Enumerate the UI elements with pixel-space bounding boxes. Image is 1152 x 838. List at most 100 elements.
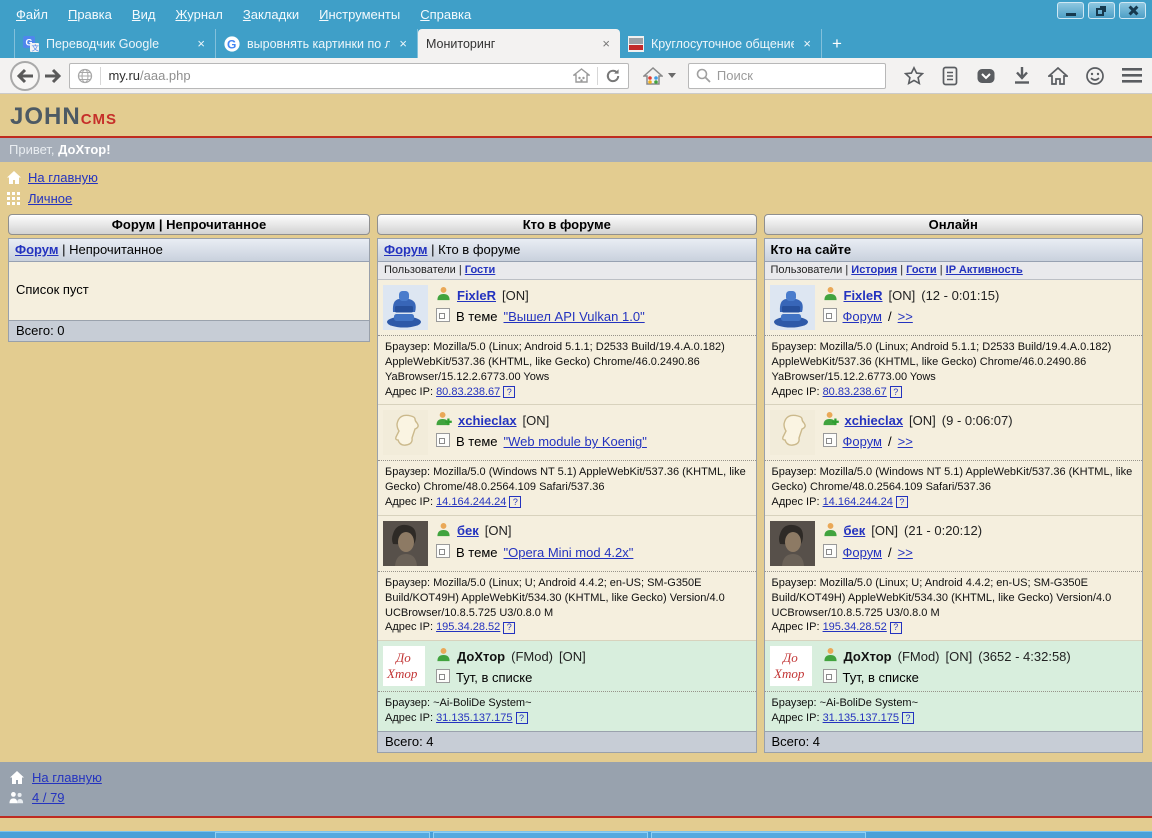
- minimize-button[interactable]: [1057, 2, 1084, 19]
- menu-journal[interactable]: Журнал: [165, 7, 232, 22]
- filter-link[interactable]: Гости: [465, 264, 496, 276]
- ip-link[interactable]: 195.34.28.52: [436, 621, 500, 633]
- menu-bookmarks[interactable]: Закладки: [233, 7, 309, 22]
- download-icon[interactable]: [1013, 66, 1031, 85]
- browser-tab[interactable]: Gвыровнять картинки по ле...×: [216, 29, 418, 58]
- ip-info-link[interactable]: ?: [902, 712, 914, 724]
- forum-link[interactable]: Форум: [384, 242, 427, 257]
- menu-tools[interactable]: Инструменты: [309, 7, 410, 22]
- menu-view[interactable]: Вид: [122, 7, 166, 22]
- tab-close-icon[interactable]: ×: [801, 36, 813, 51]
- ip-row: Адрес IP: 80.83.238.67?: [772, 385, 1136, 400]
- windows-taskbar[interactable]: [0, 831, 1152, 838]
- nav-personal-link[interactable]: Личное: [28, 191, 72, 206]
- filter-label: Пользователи: [771, 264, 843, 276]
- user-more-link[interactable]: >>: [898, 434, 913, 449]
- search-bar[interactable]: Поиск: [688, 63, 886, 89]
- taskbar-window-button[interactable]: [215, 832, 430, 838]
- stamp-avatar[interactable]: [770, 285, 815, 330]
- browser-tab[interactable]: Мониторинг×: [418, 29, 620, 58]
- hamburger-menu-icon[interactable]: [1122, 67, 1142, 84]
- frame-icon: [436, 308, 450, 325]
- tab-close-icon[interactable]: ×: [397, 36, 409, 51]
- user-forum-link[interactable]: Форум: [843, 434, 883, 449]
- user-forum-link[interactable]: Форум: [843, 545, 883, 560]
- taskbar-window-button[interactable]: [433, 832, 648, 838]
- ip-info-link[interactable]: ?: [890, 386, 902, 398]
- close-button[interactable]: [1119, 2, 1146, 19]
- ip-info-link[interactable]: ?: [509, 496, 521, 508]
- nav-home-link[interactable]: На главную: [28, 170, 98, 185]
- menu-edit[interactable]: Правка: [58, 7, 122, 22]
- ip-info-link[interactable]: ?: [503, 622, 515, 634]
- home-button-icon[interactable]: [1048, 67, 1068, 85]
- chat-smiley-icon[interactable]: [1085, 66, 1105, 86]
- silhouette-avatar[interactable]: [383, 410, 428, 455]
- new-tab-button[interactable]: +: [822, 32, 852, 56]
- browser-tab[interactable]: G文Переводчик Google×: [14, 29, 216, 58]
- tab-close-icon[interactable]: ×: [600, 36, 612, 51]
- user-entry-main: FixleR[ON]В теме "Вышел API Vulkan 1.0": [378, 280, 756, 335]
- back-button[interactable]: [10, 61, 40, 91]
- filter-link[interactable]: Гости: [906, 264, 937, 276]
- taskbar-window-button[interactable]: [651, 832, 866, 838]
- footer-home-link[interactable]: На главную: [32, 770, 102, 785]
- bookmark-star-icon[interactable]: [904, 66, 924, 86]
- column-header: Форум | Непрочитанное: [8, 214, 370, 235]
- username-link[interactable]: xchieclax: [458, 413, 517, 428]
- topic-link[interactable]: "Opera Mini mod 4.2x": [504, 545, 634, 560]
- chevron-down-icon[interactable]: [668, 73, 676, 78]
- globe-icon: [77, 68, 93, 84]
- menu-help[interactable]: Справка: [410, 7, 481, 22]
- ip-link[interactable]: 80.83.238.67: [436, 386, 500, 398]
- username-link[interactable]: бек: [457, 523, 479, 538]
- slash-separator: /: [888, 434, 892, 449]
- ip-link[interactable]: 14.164.244.24: [823, 496, 893, 508]
- column-who-in-forum: Кто в форуме Форум | Кто в форуме Пользо…: [377, 214, 757, 753]
- filter-link[interactable]: IP Активность: [946, 264, 1023, 276]
- user-here-text: Тут, в списке: [843, 670, 919, 685]
- ip-info-link[interactable]: ?: [896, 496, 908, 508]
- browser-string: Браузер: Mozilla/5.0 (Linux; U; Android …: [385, 576, 749, 621]
- doctor-avatar[interactable]: ДоХтор: [770, 646, 815, 686]
- username-link[interactable]: бек: [844, 523, 866, 538]
- username-link[interactable]: xchieclax: [845, 413, 904, 428]
- filter-link[interactable]: История: [851, 264, 897, 276]
- reload-button[interactable]: [605, 68, 621, 84]
- reading-list-icon[interactable]: [941, 66, 959, 86]
- ip-link[interactable]: 80.83.238.67: [823, 386, 887, 398]
- person-icon: [436, 647, 451, 665]
- photo-avatar[interactable]: [383, 521, 428, 566]
- subheader-text: | Кто в форуме: [427, 242, 520, 257]
- stamp-avatar[interactable]: [383, 285, 428, 330]
- topic-link[interactable]: "Web module by Koenig": [504, 434, 647, 449]
- extension-button[interactable]: [643, 67, 676, 85]
- username-link[interactable]: FixleR: [844, 288, 883, 303]
- ip-link[interactable]: 31.135.137.175: [823, 712, 899, 724]
- ip-link[interactable]: 14.164.244.24: [436, 496, 506, 508]
- topic-link[interactable]: "Вышел API Vulkan 1.0": [504, 309, 645, 324]
- footer-online-counter-link[interactable]: 4 / 79: [32, 790, 65, 805]
- ip-link[interactable]: 31.135.137.175: [436, 712, 512, 724]
- ip-info-link[interactable]: ?: [516, 712, 528, 724]
- ip-info-link[interactable]: ?: [503, 386, 515, 398]
- tab-close-icon[interactable]: ×: [195, 36, 207, 51]
- user-more-link[interactable]: >>: [898, 545, 913, 560]
- user-forum-link[interactable]: Форум: [843, 309, 883, 324]
- restore-button[interactable]: [1088, 2, 1115, 19]
- url-bar[interactable]: my.ru/aaa.php: [69, 63, 628, 89]
- pocket-icon[interactable]: [976, 67, 996, 85]
- silhouette-avatar[interactable]: [770, 410, 815, 455]
- username-link[interactable]: FixleR: [457, 288, 496, 303]
- browser-tab[interactable]: Круглосуточное общение (...×: [620, 29, 822, 58]
- forum-link[interactable]: Форум: [15, 242, 58, 257]
- photo-avatar[interactable]: [770, 521, 815, 566]
- bookmark-home-icon[interactable]: [573, 68, 590, 83]
- forward-button[interactable]: [40, 63, 66, 89]
- ip-info-link[interactable]: ?: [890, 622, 902, 634]
- menu-file[interactable]: Файл: [6, 7, 58, 22]
- user-more-link[interactable]: >>: [898, 309, 913, 324]
- ip-link[interactable]: 195.34.28.52: [823, 621, 887, 633]
- doctor-avatar[interactable]: ДоХтор: [383, 646, 428, 686]
- column-subheader: Форум | Непрочитанное: [9, 239, 369, 262]
